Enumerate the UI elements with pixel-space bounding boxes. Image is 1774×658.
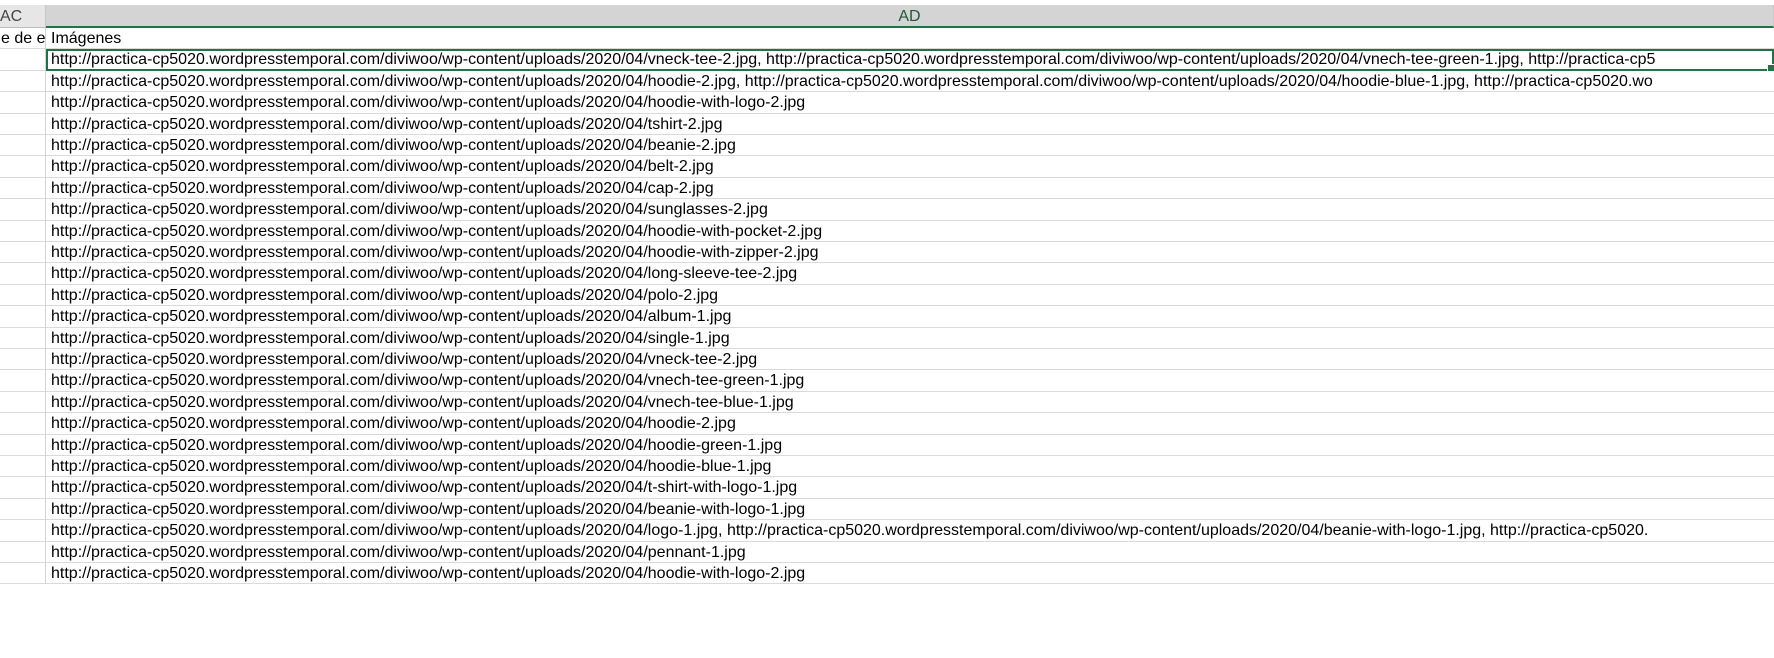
cell-ad[interactable]: http://practica-cp5020.wordpresstemporal… [46,199,1774,220]
cell-ad[interactable]: http://practica-cp5020.wordpresstemporal… [46,456,1774,477]
cell-ac[interactable] [0,541,46,563]
table-row: http://practica-cp5020.wordpresstemporal… [0,306,1774,328]
cell-ac[interactable] [0,456,46,478]
cell-ac[interactable] [0,70,46,93]
table-row: http://practica-cp5020.wordpresstemporal… [0,456,1774,478]
table-row: http://practica-cp5020.wordpresstemporal… [0,113,1774,135]
cell-ac[interactable] [0,563,46,585]
fill-handle[interactable] [1767,63,1774,71]
column-header-ac[interactable]: AC [0,5,46,28]
table-row: http://practica-cp5020.wordpresstemporal… [0,520,1774,542]
cell-ad[interactable]: http://practica-cp5020.wordpresstemporal… [46,370,1774,391]
table-row: http://practica-cp5020.wordpresstemporal… [0,498,1774,521]
cell-ad[interactable]: http://practica-cp5020.wordpresstemporal… [46,156,1774,177]
cell-ad[interactable]: http://practica-cp5020.wordpresstemporal… [46,221,1774,242]
cell-ac[interactable] [0,135,46,157]
table-row: http://practica-cp5020.wordpresstemporal… [0,541,1774,563]
column-header-ad[interactable]: AD [46,5,1774,28]
cell-ac[interactable] [0,413,46,435]
cell-ac[interactable] [0,520,46,542]
cell-ac[interactable] [0,263,46,285]
cell-ad[interactable]: http://practica-cp5020.wordpresstemporal… [46,114,1774,135]
cell-ac[interactable] [0,498,46,521]
cell-ad[interactable]: http://practica-cp5020.wordpresstemporal… [46,71,1774,92]
table-row: http://practica-cp5020.wordpresstemporal… [0,199,1774,221]
table-row: http://practica-cp5020.wordpresstemporal… [0,284,1774,307]
cell-ad[interactable]: http://practica-cp5020.wordpresstemporal… [46,135,1774,156]
cell-ad[interactable]: http://practica-cp5020.wordpresstemporal… [46,563,1774,584]
cell-ac[interactable] [0,92,46,114]
cell-ac[interactable] [0,370,46,392]
cell-ac[interactable] [0,434,46,456]
cell-ad[interactable]: http://practica-cp5020.wordpresstemporal… [46,435,1774,456]
table-row: http://practica-cp5020.wordpresstemporal… [0,92,1774,114]
cell-ad[interactable]: http://practica-cp5020.wordpresstemporal… [46,349,1774,370]
cell-ad[interactable]: http://practica-cp5020.wordpresstemporal… [46,413,1774,434]
cell-ad[interactable]: http://practica-cp5020.wordpresstemporal… [46,392,1774,413]
cell-ac-header[interactable]: e de er [0,28,46,50]
table-row: http://practica-cp5020.wordpresstemporal… [0,156,1774,178]
cell-ad[interactable]: http://practica-cp5020.wordpresstemporal… [46,263,1774,284]
selected-cell[interactable]: http://practica-cp5020.wordpresstemporal… [46,49,1774,71]
cell-ad-header[interactable]: Imágenes [46,28,1774,49]
table-row: http://practica-cp5020.wordpresstemporal… [0,177,1774,200]
table-row: http://practica-cp5020.wordpresstemporal… [0,263,1774,285]
cell-ac[interactable] [0,177,46,200]
table-row: http://practica-cp5020.wordpresstemporal… [0,135,1774,157]
table-row: http://practica-cp5020.wordpresstemporal… [0,49,1774,71]
table-row: http://practica-cp5020.wordpresstemporal… [0,220,1774,242]
table-row: http://practica-cp5020.wordpresstemporal… [0,434,1774,456]
cell-ac[interactable] [0,349,46,371]
spreadsheet: AC AD e de er Imágenes http://practica-c… [0,0,1774,658]
cell-ac[interactable] [0,327,46,349]
cell-ac[interactable] [0,220,46,242]
cell-ad[interactable]: http://practica-cp5020.wordpresstemporal… [46,542,1774,563]
table-row: http://practica-cp5020.wordpresstemporal… [0,413,1774,435]
cell-ac[interactable] [0,284,46,307]
cell-ad[interactable]: http://practica-cp5020.wordpresstemporal… [46,306,1774,327]
table-row: http://practica-cp5020.wordpresstemporal… [0,70,1774,93]
cell-ad[interactable]: http://practica-cp5020.wordpresstemporal… [46,242,1774,263]
cell-ad[interactable]: http://practica-cp5020.wordpresstemporal… [46,92,1774,113]
cell-ad[interactable]: http://practica-cp5020.wordpresstemporal… [46,520,1774,541]
table-row: http://practica-cp5020.wordpresstemporal… [0,563,1774,585]
cell-ad[interactable]: http://practica-cp5020.wordpresstemporal… [46,328,1774,349]
cell-ad[interactable]: http://practica-cp5020.wordpresstemporal… [46,285,1774,306]
cell-ad[interactable]: http://practica-cp5020.wordpresstemporal… [46,178,1774,199]
cell-ac[interactable] [0,306,46,328]
cell-ad[interactable]: http://practica-cp5020.wordpresstemporal… [46,477,1774,498]
cell-ac[interactable] [0,391,46,414]
table-row: http://practica-cp5020.wordpresstemporal… [0,327,1774,349]
table-row: http://practica-cp5020.wordpresstemporal… [0,349,1774,371]
cell-ac[interactable] [0,113,46,135]
cell-ac[interactable] [0,199,46,221]
table-row: http://practica-cp5020.wordpresstemporal… [0,477,1774,499]
table-row: http://practica-cp5020.wordpresstemporal… [0,242,1774,264]
header-row: e de er Imágenes [0,28,1774,50]
column-headers: AC AD [0,5,1774,28]
table-row: http://practica-cp5020.wordpresstemporal… [0,391,1774,414]
cell-ac[interactable] [0,477,46,499]
cell-ac[interactable] [0,242,46,264]
cell-ac[interactable] [0,49,46,71]
table-row: http://practica-cp5020.wordpresstemporal… [0,370,1774,392]
cell-ad[interactable]: http://practica-cp5020.wordpresstemporal… [46,499,1774,520]
cell-ac[interactable] [0,156,46,178]
